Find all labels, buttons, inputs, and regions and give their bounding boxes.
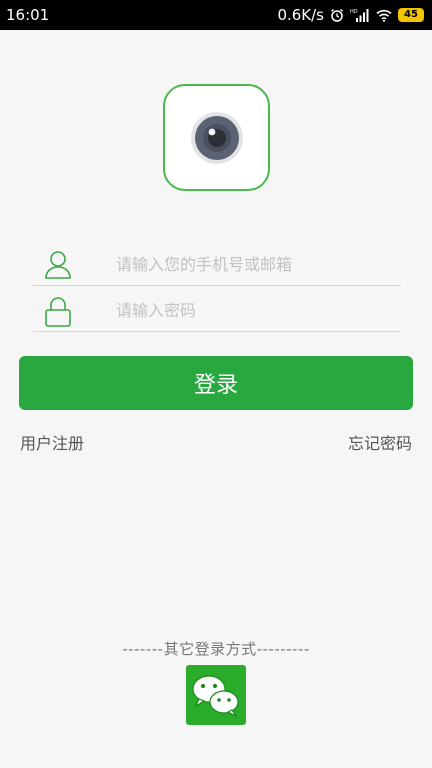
camera-lens-icon [190,111,243,164]
password-input[interactable] [116,296,386,324]
alarm-icon [331,8,343,22]
hd-signal-icon: HD [350,9,369,22]
battery-icon: 45 [398,8,424,22]
status-indicators: 0.6K/s HD 45 [277,6,424,24]
status-time: 16:01 [6,6,50,24]
forgot-password-link[interactable]: 忘记密码 [348,430,412,454]
network-speed: 0.6K/s [277,6,324,24]
lock-icon [44,296,72,332]
battery-level: 45 [404,9,418,20]
app-logo [163,84,270,191]
account-field [33,240,401,286]
svg-text:HD: HD [350,9,358,15]
login-button[interactable]: 登录 [19,356,413,410]
status-bar: 16:01 0.6K/s HD 45 [0,0,432,30]
wechat-icon [192,675,239,718]
password-field [33,286,401,332]
other-login-label: -------其它登录方式--------- [122,640,310,658]
wechat-login-button[interactable] [186,665,246,725]
user-icon [44,250,72,284]
wifi-icon [376,9,392,22]
account-input[interactable] [116,250,386,278]
register-link[interactable]: 用户注册 [20,430,84,454]
